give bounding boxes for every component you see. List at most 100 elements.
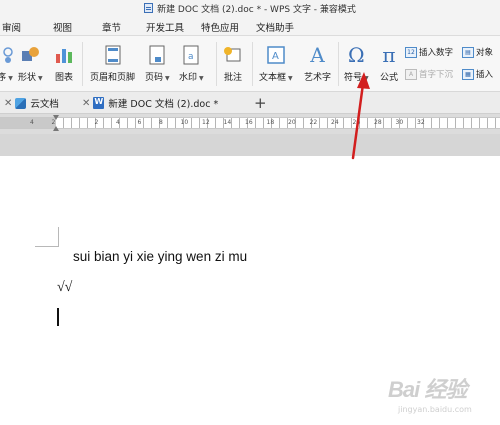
formula-button[interactable]: π 公式 [378,44,400,83]
ribbon-separator [216,42,217,86]
doc-tab-current[interactable]: ✕ 新建 DOC 文档 (2).doc * [78,92,224,114]
doc-tab-current-label: 新建 DOC 文档 (2).doc * [108,99,219,110]
ribbon-separator [338,42,339,86]
ruler-tick-label: 4 [30,119,34,126]
page-number-icon [146,44,168,66]
window-title: 新建 DOC 文档 (2).doc * - WPS 文字 - 兼容模式 [157,4,356,15]
watermark-logo: Bai 经验 [388,377,467,402]
ruler-tick-label: 6 [137,119,142,126]
wordart-icon: A [310,43,325,67]
watermark-icon: a [180,44,202,66]
ruler-tick-label: 24 [331,119,339,126]
wordart-button[interactable]: A 艺术字 [304,44,331,83]
omega-symbol-icon: Ω [348,43,365,67]
header-footer-label: 页眉和页脚 [90,73,136,83]
drop-cap-label: 首字下沉 [419,70,454,80]
text-cursor [57,308,59,326]
ruler-tick-label: 28 [374,119,382,126]
page-gap [0,134,500,156]
close-icon[interactable]: ✕ [82,98,90,109]
header-footer-icon [102,44,124,66]
partial-button[interactable]: 序 ▼ [0,44,16,83]
new-tab-plus-icon[interactable]: + [254,94,267,112]
insert-partial-label: 插入 [476,70,494,80]
ruler-tick-label: 18 [266,119,275,126]
textbox-button[interactable]: A 文本框 ▼ [259,44,293,83]
textbox-icon: A [265,44,287,66]
header-footer-button[interactable]: 页眉和页脚 [90,44,135,83]
document-page[interactable]: sui bian yi xie ying wen zi mu √√ Bai 经验… [0,156,500,425]
insert-partial-icon: ▦ [462,68,474,80]
document-icon [144,3,154,13]
ruler-bar: 4 2 2 4 6 8 10 12 14 16 18 20 22 24 26 28 30 32 [0,114,500,134]
pi-formula-icon: π [382,43,396,67]
ruler-tick-label: 20 [288,119,296,126]
horizontal-ruler[interactable]: 4 2 2 4 6 8 10 12 14 16 18 20 22 24 26 28 30 32 [0,115,500,131]
ruler-tick-label: 10 [180,119,189,126]
tab-chapter[interactable]: 章节 [102,20,121,34]
tab-developer[interactable]: 开发工具 [146,20,184,34]
chart-icon [53,44,75,66]
svg-text:A: A [272,51,279,62]
watermark-label: 水印 [179,73,198,83]
doc-tab-cloud-label: 云文档 [30,99,59,110]
tab-features[interactable]: 特色应用 [201,20,239,34]
tab-doc-assistant[interactable]: 文档助手 [256,20,294,34]
ruler-tick-label: 12 [202,119,210,126]
partial-label: 序 [0,73,7,83]
cloud-doc-icon [15,97,27,109]
ruler-tick-label: 14 [223,119,232,126]
drop-cap-button[interactable]: A 首字下沉 [405,68,453,80]
insert-partial-button[interactable]: ▦ 插入 [462,68,493,80]
ruler-tick-label: 22 [309,119,318,126]
symbol-button[interactable]: Ω 符号 ▼ [344,44,369,83]
formula-label: 公式 [379,73,398,83]
comment-button[interactable]: 批注 [222,44,244,83]
baidu-watermark: Bai 经验 jingyan.baidu.com [388,372,493,422]
wps-doc-icon [93,97,105,109]
chart-button[interactable]: 图表 [53,44,75,83]
watermark-button[interactable]: a 水印 ▼ [179,44,204,83]
ruler-tick-label: 32 [417,119,425,126]
page-number-label: 页码 [145,73,164,83]
partial-icon [0,44,16,66]
ribbon: 序 ▼ 形状 ▼ 图表 页眉和页脚 页码 ▼ a 水印 ▼ 批注 A 文本框 ▼… [0,36,500,92]
indent-marker[interactable] [53,115,60,131]
ribbon-separator [252,42,253,86]
shape-button[interactable]: 形状 ▼ [18,44,43,83]
ruler-tick-label: 2 [94,119,99,126]
shape-label: 形状 [18,73,37,83]
symbol-label: 符号 [344,73,363,83]
close-icon[interactable]: ✕ [4,98,12,109]
ruler-tick-label: 30 [395,119,404,126]
shape-icon [19,44,41,66]
insert-number-icon: 12 [405,46,417,58]
menu-bar: 审阅 视图 章节 开发工具 特色应用 文档助手 [0,16,500,36]
ruler-tick-label: 8 [159,119,163,126]
ruler-tick-label: 4 [116,119,120,126]
tab-view[interactable]: 视图 [53,20,72,34]
tab-review[interactable]: 审阅 [2,20,21,34]
margin-corner-mark [35,227,59,247]
comment-icon [222,44,244,66]
page-number-button[interactable]: 页码 ▼ [145,44,170,83]
ribbon-separator [82,42,83,86]
insert-number-button[interactable]: 12 插入数字 [405,46,453,58]
object-label: 对象 [476,48,494,58]
ruler-tick-label: 26 [352,119,361,126]
comment-label: 批注 [223,73,242,83]
document-tabs: ✕ 云文档 ✕ 新建 DOC 文档 (2).doc * + [0,92,500,114]
object-button[interactable]: ▤ 对象 [462,46,493,58]
watermark-url: jingyan.baidu.com [398,405,472,414]
ruler-numbers: 4 2 2 4 6 8 10 12 14 16 18 20 22 24 26 28 30 32 [0,118,500,128]
doc-tab-cloud[interactable]: ✕ 云文档 [4,92,59,114]
chart-label: 图表 [54,73,73,83]
insert-number-label: 插入数字 [419,48,454,58]
textbox-label: 文本框 [259,73,287,83]
object-icon: ▤ [462,46,474,58]
document-text-line[interactable]: √√ [57,280,72,296]
title-bar: 新建 DOC 文档 (2).doc * - WPS 文字 - 兼容模式 [0,0,500,16]
drop-cap-icon: A [405,68,417,80]
wordart-label: 艺术字 [304,73,332,83]
document-text-line[interactable]: sui bian yi xie ying wen zi mu [73,249,247,264]
